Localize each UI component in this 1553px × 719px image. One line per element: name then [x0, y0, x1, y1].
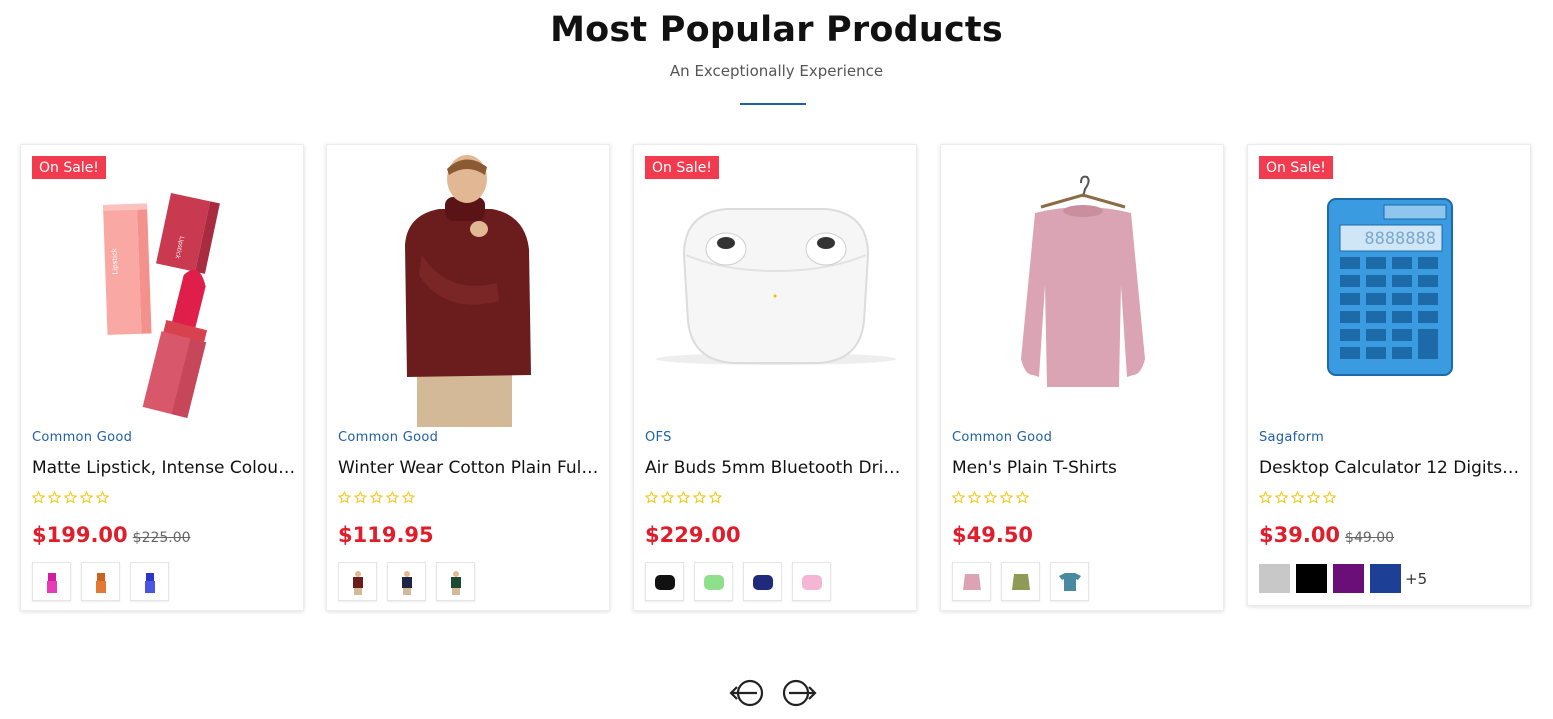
variant-airbuds-navy[interactable] [743, 562, 782, 601]
product-price: $119.95 [338, 523, 434, 547]
price-row: $119.95 [338, 523, 434, 547]
price-row: $39.00 $49.00 [1259, 523, 1394, 547]
star-icon [80, 491, 93, 504]
color-swatches: +5 [1259, 564, 1427, 593]
product-card[interactable]: 8888888 On Sale! Sagaform Desktop Calcul… [1247, 144, 1531, 606]
product-card[interactable]: On Sale! OFS Air Buds 5mm Bluetooth Driv… [633, 144, 917, 611]
prev-button[interactable] [727, 677, 772, 709]
variant-thumbnails [338, 562, 475, 601]
variant-lipstick-magenta[interactable] [32, 562, 71, 601]
price-row: $229.00 [645, 523, 741, 547]
star-icon [952, 491, 965, 504]
color-swatch[interactable] [1333, 564, 1364, 593]
star-icon [1307, 491, 1320, 504]
product-price: $49.50 [952, 523, 1034, 547]
rating-stars [952, 491, 1029, 504]
arrow-right-icon [782, 679, 817, 707]
star-icon [709, 491, 722, 504]
arrow-left-icon [729, 679, 764, 707]
price-row: $49.50 [952, 523, 1033, 547]
airbuds-image[interactable] [634, 145, 918, 427]
product-name[interactable]: Matte Lipstick, Intense Colour Payoff [32, 458, 297, 478]
variant-sweater-maroon[interactable] [338, 562, 377, 601]
product-card[interactable]: Common Good Winter Wear Cotton Plain Ful… [326, 144, 610, 611]
color-swatch[interactable] [1259, 564, 1290, 593]
star-icon [1323, 491, 1336, 504]
lipstick-image[interactable]: Lipstick Lipstick [21, 145, 305, 427]
variant-airbuds-pink[interactable] [792, 562, 831, 601]
section-subtitle: An Exceptionally Experience [669, 62, 884, 80]
star-icon [48, 491, 61, 504]
rating-stars [338, 491, 415, 504]
title-underline [740, 103, 806, 105]
carousel-nav [727, 677, 819, 709]
product-name[interactable]: Air Buds 5mm Bluetooth Driver Earbuds [645, 458, 910, 478]
star-icon [984, 491, 997, 504]
star-icon [968, 491, 981, 504]
star-icon [338, 491, 351, 504]
product-name[interactable]: Men's Plain T-Shirts [952, 458, 1217, 478]
star-icon [386, 491, 399, 504]
variant-thumbnails [645, 562, 831, 601]
star-icon [1291, 491, 1304, 504]
sale-badge: On Sale! [645, 156, 719, 179]
product-brand[interactable]: Sagaform [1259, 430, 1324, 445]
svg-text:Lipstick: Lipstick [110, 247, 119, 275]
variant-thumbnails [32, 562, 169, 601]
product-name[interactable]: Desktop Calculator 12 Digits Display [1259, 458, 1524, 478]
product-price: $199.00 [32, 523, 128, 547]
section-title: Most Popular Products [550, 10, 1003, 50]
product-brand[interactable]: Common Good [952, 430, 1052, 445]
product-price: $39.00 [1259, 523, 1341, 547]
star-icon [96, 491, 109, 504]
product-old-price: $49.00 [1345, 530, 1395, 546]
variant-sweater-green[interactable] [436, 562, 475, 601]
price-row: $199.00 $225.00 [32, 523, 191, 547]
star-icon [1259, 491, 1272, 504]
star-icon [1016, 491, 1029, 504]
star-icon [64, 491, 77, 504]
variant-lipstick-blue[interactable] [130, 562, 169, 601]
next-button[interactable] [774, 677, 819, 709]
star-icon [693, 491, 706, 504]
product-price: $229.00 [645, 523, 741, 547]
variant-airbuds-green[interactable] [694, 562, 733, 601]
star-icon [1000, 491, 1013, 504]
rating-stars [1259, 491, 1336, 504]
star-icon [661, 491, 674, 504]
product-brand[interactable]: Common Good [338, 430, 438, 445]
star-icon [677, 491, 690, 504]
color-swatch[interactable] [1296, 564, 1327, 593]
more-swatches-count[interactable]: +5 [1405, 570, 1427, 588]
variant-tshirt-teal[interactable] [1050, 562, 1089, 601]
variant-sweater-navy[interactable] [387, 562, 426, 601]
rating-stars [645, 491, 722, 504]
sale-badge: On Sale! [1259, 156, 1333, 179]
star-icon [402, 491, 415, 504]
star-icon [645, 491, 658, 504]
star-icon [354, 491, 367, 504]
product-brand[interactable]: Common Good [32, 430, 132, 445]
star-icon [370, 491, 383, 504]
star-icon [32, 491, 45, 504]
product-old-price: $225.00 [132, 530, 191, 546]
product-card[interactable]: Lipstick Lipstick On Sale! Common Good M… [20, 144, 304, 611]
variant-airbuds-black[interactable] [645, 562, 684, 601]
rating-stars [32, 491, 109, 504]
product-card[interactable]: Common Good Men's Plain T-Shirts $49.50 [940, 144, 1224, 611]
sweater-man-image[interactable] [327, 145, 611, 427]
svg-text:8888888: 8888888 [1364, 229, 1436, 249]
sale-badge: On Sale! [32, 156, 106, 179]
calculator-image[interactable]: 8888888 [1248, 145, 1532, 427]
color-swatch[interactable] [1370, 564, 1401, 593]
variant-lipstick-orange[interactable] [81, 562, 120, 601]
product-brand[interactable]: OFS [645, 430, 672, 445]
variant-tshirt-pink[interactable] [952, 562, 991, 601]
tshirt-image[interactable] [941, 145, 1225, 427]
variant-tshirt-olive[interactable] [1001, 562, 1040, 601]
star-icon [1275, 491, 1288, 504]
variant-thumbnails [952, 562, 1089, 601]
product-name[interactable]: Winter Wear Cotton Plain Full Sleeve [338, 458, 603, 478]
